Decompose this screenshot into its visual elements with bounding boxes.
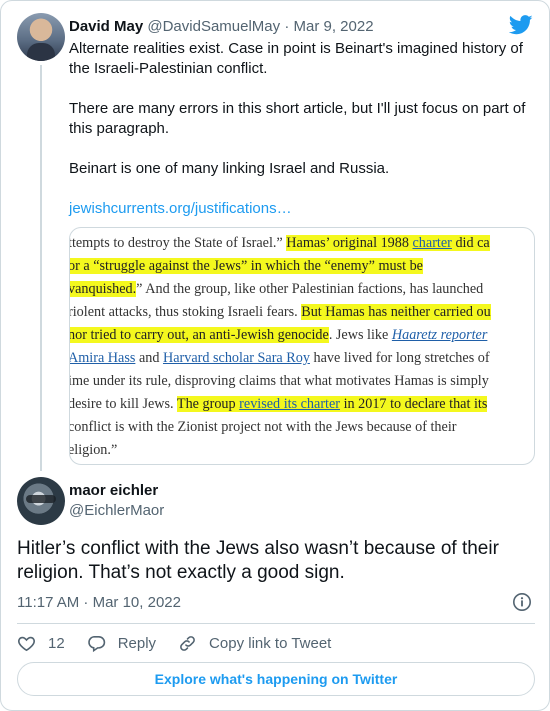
excerpt-line: ttempts to destroy the State of Israel.”… xyxy=(69,232,534,255)
reply-icon xyxy=(87,635,105,652)
excerpt-segment: ttempts to destroy the State of Israel.” xyxy=(69,235,287,251)
like-count: 12 xyxy=(48,634,65,652)
excerpt-line: vanquished.” And the group, like other P… xyxy=(69,278,534,301)
excerpt-line: conflict is with the Zionist project not… xyxy=(69,416,534,439)
excerpt-segment: did ca xyxy=(451,235,490,251)
reply-button[interactable]: Reply xyxy=(87,634,156,653)
excerpt-segment: revised its charter xyxy=(239,396,341,412)
excerpt-segment: . Jews like xyxy=(328,327,392,343)
excerpt-segment: desire to kill Jews. xyxy=(69,396,177,412)
like-button[interactable]: 12 xyxy=(17,634,65,653)
parent-paragraph-3: Beinart is one of many linking Israel an… xyxy=(69,160,390,177)
reply-author-handle[interactable]: @EichlerMaor xyxy=(69,501,164,521)
excerpt-segment: conflict is with the Zionist project not… xyxy=(69,419,457,435)
excerpt-line: nor tried to carry out, an anti-Jewish g… xyxy=(69,324,534,347)
excerpt-segment: The group xyxy=(176,396,240,412)
excerpt-segment: nor tried to carry out, an anti-Jewish g… xyxy=(69,327,329,343)
parent-tweet-date[interactable]: Mar 9, 2022 xyxy=(294,18,374,35)
heart-icon xyxy=(18,636,35,651)
copy-link-label: Copy link to Tweet xyxy=(209,634,332,652)
excerpt-segment: ime under its rule, disproving claims th… xyxy=(69,373,489,389)
excerpt-segment: But Hamas has neither carried ou xyxy=(301,304,491,320)
reply-label: Reply xyxy=(117,634,157,652)
david-may-avatar[interactable] xyxy=(17,13,65,61)
header-separator: · xyxy=(284,18,290,35)
excerpt-line: desire to kill Jews. The group revised i… xyxy=(69,393,534,416)
parent-tweet-header: David May @DavidSamuelMay · Mar 9, 2022 xyxy=(69,17,374,37)
excerpt-segment: vanquished. xyxy=(69,281,137,297)
parent-paragraph-2: There are many errors in this short arti… xyxy=(69,100,526,137)
tweet-embed-card: David May @DavidSamuelMay · Mar 9, 2022 … xyxy=(0,0,550,711)
excerpt-line: or a “struggle against the Jews” in whic… xyxy=(69,255,534,278)
parent-author-handle[interactable]: @DavidSamuelMay xyxy=(147,18,280,35)
excerpt-segment: riolent attacks, thus stoking Israeli fe… xyxy=(69,304,302,320)
copy-link-button[interactable]: Copy link to Tweet xyxy=(178,634,331,653)
excerpt-line: Amira Hass and Harvard scholar Sara Roy … xyxy=(69,347,534,370)
actions-divider xyxy=(17,623,535,624)
excerpt-segment: ” And the group, like other Palestinian … xyxy=(136,281,484,297)
excerpt-segment: in 2017 to declare that its xyxy=(340,396,488,412)
thread-connector-line xyxy=(40,65,42,471)
reply-timestamp[interactable]: 11:17 AM · Mar 10, 2022 xyxy=(17,593,181,613)
explore-twitter-button[interactable]: Explore what's happening on Twitter xyxy=(17,662,535,696)
reply-tweet-text: Hitler’s conflict with the Jews also was… xyxy=(17,538,499,583)
reply-author-name[interactable]: maor eichler xyxy=(69,481,158,501)
excerpt-segment: eligion.” xyxy=(69,442,118,458)
info-icon[interactable] xyxy=(512,592,532,612)
excerpt-segment: Hamas’ original 1988 xyxy=(286,235,413,251)
excerpt-segment: charter xyxy=(412,235,452,251)
maor-eichler-avatar[interactable] xyxy=(17,477,65,525)
excerpt-segment: and xyxy=(135,350,163,366)
link-icon xyxy=(180,635,195,651)
article-excerpt-text: ttempts to destroy the State of Israel.”… xyxy=(69,232,534,462)
excerpt-line: eligion.” xyxy=(69,439,534,462)
parent-tweet-text: Alternate realities exist. Case in point… xyxy=(69,39,535,199)
article-link[interactable]: jewishcurrents.org/justifications… xyxy=(69,199,292,219)
article-screenshot-image[interactable]: ttempts to destroy the State of Israel.”… xyxy=(69,227,535,465)
excerpt-line: ime under its rule, disproving claims th… xyxy=(69,370,534,393)
excerpt-segment: Haaretz reporter xyxy=(391,327,488,343)
twitter-bird-icon[interactable] xyxy=(509,15,533,35)
parent-author-name[interactable]: David May xyxy=(69,18,143,35)
excerpt-line: riolent attacks, thus stoking Israeli fe… xyxy=(69,301,534,324)
excerpt-segment: have lived for long stretches of xyxy=(309,350,490,366)
tweet-actions-bar: 12 Reply Copy link to Tweet xyxy=(17,632,353,654)
excerpt-segment: Amira Hass xyxy=(69,350,136,366)
parent-paragraph-1: Alternate realities exist. Case in point… xyxy=(69,40,523,77)
excerpt-segment: Harvard scholar Sara Roy xyxy=(162,350,310,366)
excerpt-segment: or a “struggle against the Jews” in whic… xyxy=(69,258,423,274)
